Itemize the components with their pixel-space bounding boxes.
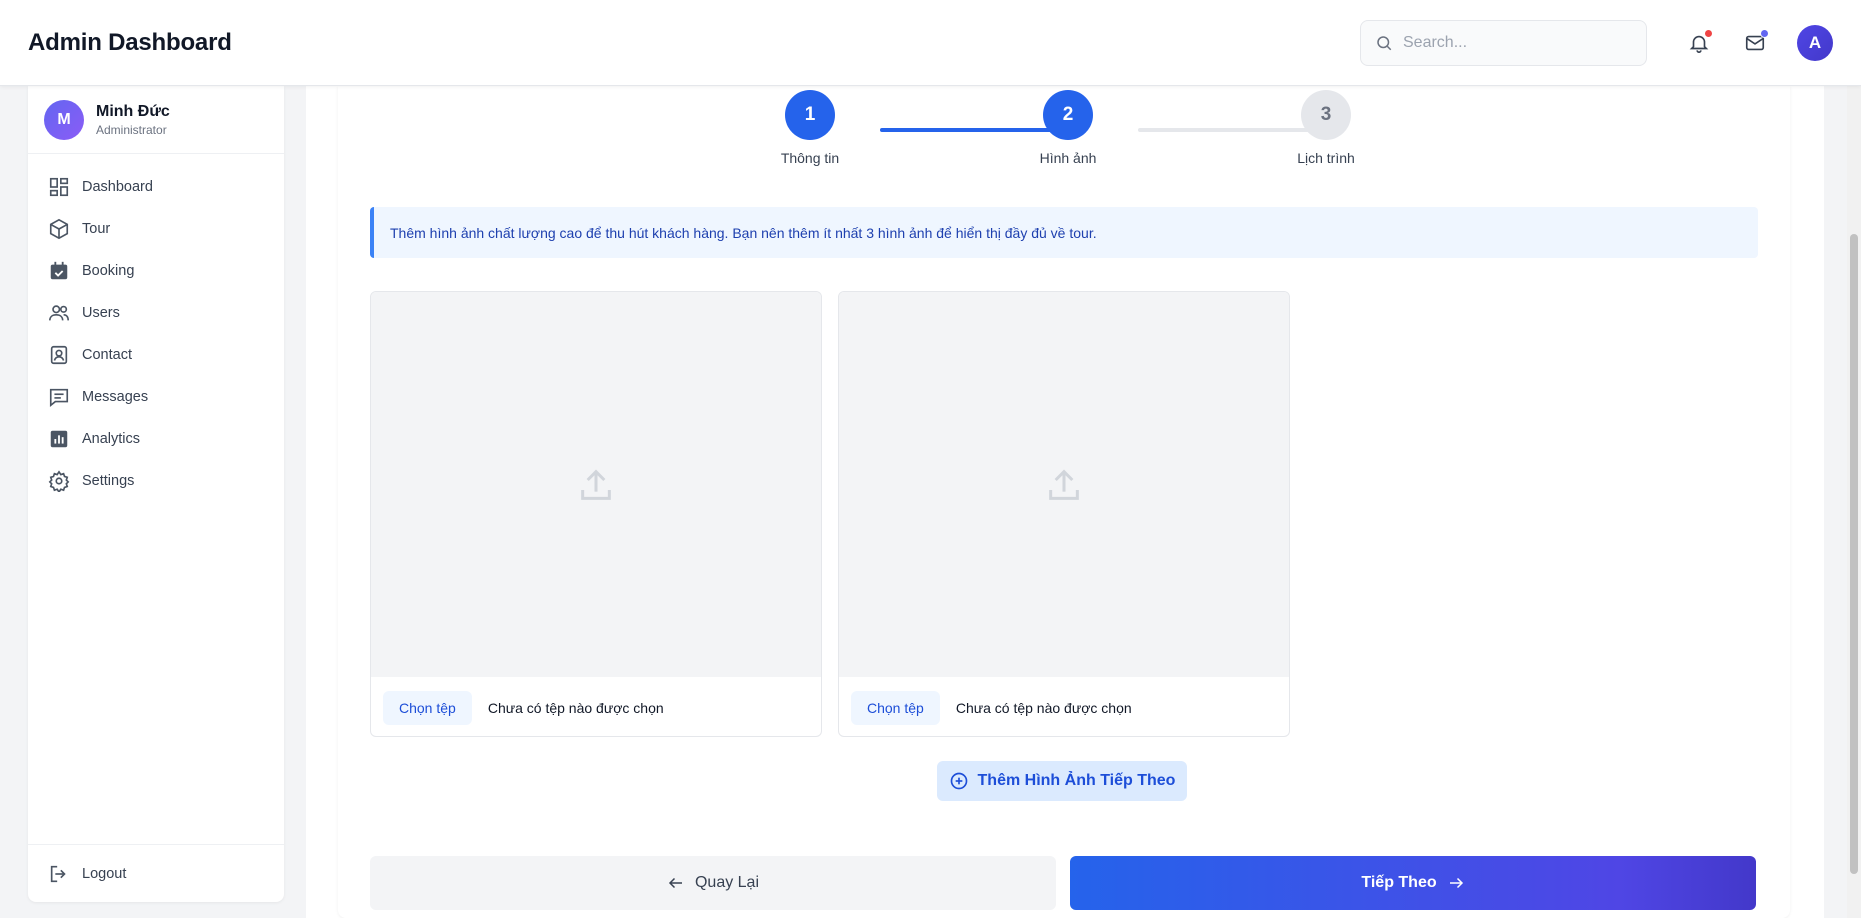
form-card: 1 Thông tin 2 Hình ảnh 3 Lịch trình Thêm… [338, 86, 1790, 918]
step-number: 2 [1043, 90, 1093, 140]
arrow-right-icon [1449, 877, 1463, 889]
sidebar-item-tour[interactable]: Tour [28, 208, 284, 250]
file-input-row: Chọn tệp Chưa có tệp nào được chọn [839, 677, 1289, 736]
sidebar-item-label: Analytics [82, 431, 141, 447]
step-label: Thông tin [780, 150, 840, 166]
sidebar-item-messages[interactable]: Messages [28, 376, 284, 418]
sidebar-item-dashboard[interactable]: Dashboard [28, 166, 284, 208]
sidebar-item-settings[interactable]: Settings [28, 460, 284, 502]
step-2[interactable]: 2 Hình ảnh [998, 90, 1138, 166]
page-scrollbar[interactable] [1847, 86, 1861, 918]
upload-preview[interactable] [839, 292, 1289, 677]
messages-button[interactable] [1741, 28, 1769, 57]
scrollbar-thumb[interactable] [1850, 234, 1858, 874]
sidebar-item-analytics[interactable]: Analytics [28, 418, 284, 460]
choose-file-button[interactable]: Chọn tệp [851, 690, 940, 725]
sidebar-nav: Dashboard Tour Booking Users Contact Mes… [28, 154, 284, 502]
step-label: Lịch trình [1297, 150, 1355, 166]
notifications-button[interactable] [1685, 28, 1713, 57]
file-status: Chưa có tệp nào được chọn [955, 699, 1132, 716]
profile-section: M Minh Đức Administrator [28, 86, 284, 154]
image-upload-card: Chọn tệp Chưa có tệp nào được chọn [370, 291, 822, 737]
back-button[interactable]: Quay Lại [370, 856, 1056, 910]
add-image-button[interactable]: Thêm Hình Ảnh Tiếp Theo [937, 761, 1187, 801]
stepper: 1 Thông tin 2 Hình ảnh 3 Lịch trình [338, 90, 1790, 180]
profile-role: Administrator [96, 122, 167, 137]
next-button[interactable]: Tiếp Theo [1070, 856, 1756, 910]
file-status: Chưa có tệp nào được chọn [487, 699, 664, 716]
sidebar-item-label: Dashboard [82, 179, 153, 195]
step-3[interactable]: 3 Lịch trình [1256, 90, 1396, 166]
file-input-row: Chọn tệp Chưa có tệp nào được chọn [371, 677, 821, 736]
next-label: Tiếp Theo [1361, 874, 1437, 891]
app-title: Admin Dashboard [28, 28, 232, 56]
users-icon [49, 305, 69, 321]
sidebar-item-users[interactable]: Users [28, 292, 284, 334]
logout-icon [50, 865, 66, 882]
profile-avatar: M [44, 99, 84, 140]
search-box[interactable] [1360, 19, 1647, 66]
add-image-label: Thêm Hình Ảnh Tiếp Theo [977, 772, 1176, 789]
info-notice: Thêm hình ảnh chất lượng cao để thu hút … [370, 207, 1758, 258]
step-1[interactable]: 1 Thông tin [740, 90, 880, 166]
main-area: 1 Thông tin 2 Hình ảnh 3 Lịch trình Thêm… [306, 86, 1824, 918]
sidebar-item-booking[interactable]: Booking [28, 250, 284, 292]
dashboard-icon [49, 177, 69, 197]
upload-preview[interactable] [371, 292, 821, 677]
image-upload-card: Chọn tệp Chưa có tệp nào được chọn [838, 291, 1290, 737]
step-number: 1 [785, 90, 835, 140]
user-avatar[interactable]: A [1797, 24, 1833, 61]
messages-icon [49, 388, 69, 407]
back-label: Quay Lại [694, 874, 760, 891]
profile-name: Minh Đức [96, 102, 170, 120]
sidebar-item-label: Booking [82, 263, 135, 279]
step-number: 3 [1301, 90, 1351, 140]
sidebar-item-label: Tour [82, 221, 111, 237]
analytics-icon [50, 430, 68, 448]
sidebar: M Minh Đức Administrator Dashboard Tour … [28, 86, 284, 902]
mail-dot [1760, 28, 1769, 38]
arrow-left-icon [668, 877, 682, 889]
upload-icon [1049, 469, 1079, 500]
notification-dot [1704, 28, 1713, 38]
logout-button[interactable]: Logout [28, 844, 284, 902]
sidebar-item-label: Users [82, 305, 120, 321]
box-icon [49, 218, 69, 240]
logout-label: Logout [82, 865, 127, 882]
search-icon [1377, 35, 1392, 50]
sidebar-item-label: Messages [82, 389, 149, 405]
choose-file-button[interactable]: Chọn tệp [383, 690, 472, 725]
header-actions: A [1360, 19, 1833, 66]
top-header: Admin Dashboard A [0, 0, 1861, 86]
search-input[interactable] [1403, 33, 1623, 52]
sidebar-item-contact[interactable]: Contact [28, 334, 284, 376]
plus-circle-icon [950, 772, 967, 790]
sidebar-item-label: Settings [82, 473, 135, 489]
contact-icon [50, 345, 68, 365]
step-label: Hình ảnh [1039, 150, 1097, 166]
upload-icon [581, 469, 611, 500]
sidebar-item-label: Contact [82, 347, 132, 363]
calendar-check-icon [50, 261, 68, 280]
gear-icon [48, 470, 70, 492]
